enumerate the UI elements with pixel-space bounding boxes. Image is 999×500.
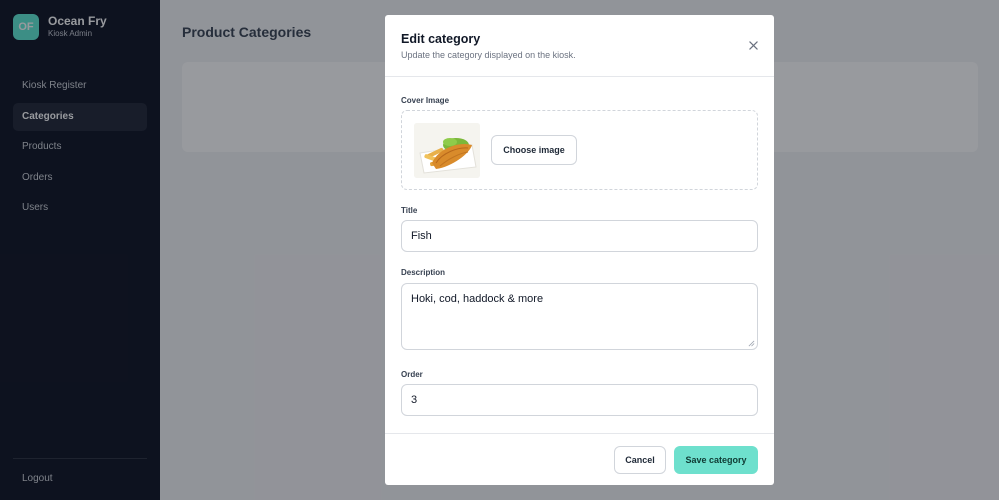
modal-title: Edit category	[401, 32, 481, 46]
modal-header: Edit category Update the category displa…	[385, 15, 774, 77]
order-input[interactable]: 3	[401, 384, 758, 416]
cover-image-thumbnail	[414, 123, 480, 178]
description-value: Hoki, cod, haddock & more	[411, 293, 544, 305]
cover-image-dropzone[interactable]: Choose image	[401, 110, 758, 190]
resize-grip-icon[interactable]	[748, 340, 755, 347]
cover-image-label: Cover Image	[401, 96, 450, 105]
modal-footer: Cancel Save category	[385, 433, 774, 485]
title-input[interactable]: Fish	[401, 220, 758, 252]
description-label: Description	[401, 268, 446, 277]
order-label: Order	[401, 370, 423, 379]
modal-subtitle: Update the category displayed on the kio…	[401, 50, 576, 60]
title-label: Title	[401, 206, 418, 215]
choose-image-button[interactable]: Choose image	[491, 135, 577, 165]
edit-category-modal: Edit category Update the category displa…	[385, 15, 774, 485]
save-category-button[interactable]: Save category	[674, 446, 758, 474]
cancel-button[interactable]: Cancel	[614, 446, 666, 474]
close-icon[interactable]	[749, 41, 758, 51]
description-textarea[interactable]: Hoki, cod, haddock & more	[401, 283, 758, 350]
